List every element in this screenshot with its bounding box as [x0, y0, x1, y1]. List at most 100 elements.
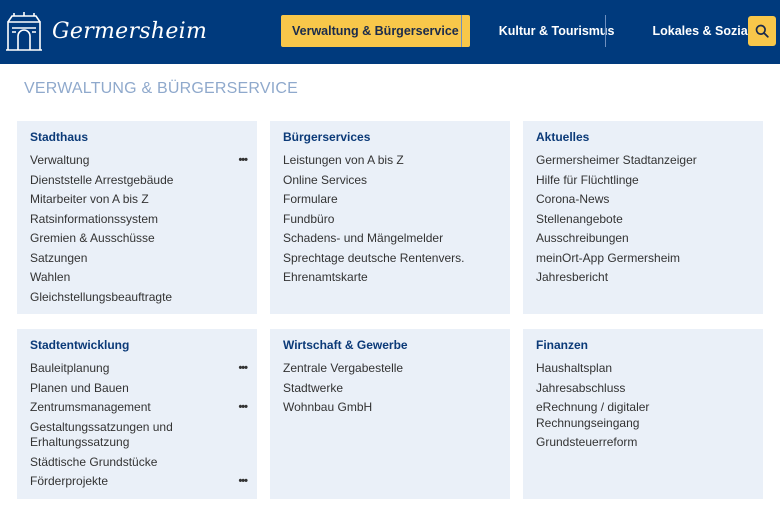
link-label[interactable]: Dienststelle Arrestgebäude: [30, 173, 173, 187]
list-item[interactable]: Schadens- und Mängelmelder: [283, 231, 500, 247]
more-dots-icon[interactable]: •••: [238, 361, 248, 377]
list-item[interactable]: Leistungen von A bis Z: [283, 153, 500, 169]
link-label[interactable]: Fundbüro: [283, 212, 334, 226]
list-item[interactable]: Mitarbeiter von A bis Z: [30, 192, 247, 208]
link-label[interactable]: Gleichstellungsbeauftragte: [30, 290, 172, 304]
link-label[interactable]: Ratsinformationssystem: [30, 212, 158, 226]
card-title: Stadthaus: [30, 130, 89, 144]
list-item[interactable]: Jahresbericht: [536, 270, 753, 286]
card-buergerservices: Bürgerservices Leistungen von A bis Z On…: [270, 121, 510, 314]
list-item[interactable]: Planen und Bauen: [30, 381, 247, 397]
link-label[interactable]: meinOrt-App Germersheim: [536, 251, 680, 265]
more-dots-icon[interactable]: •••: [238, 474, 248, 490]
list-item[interactable]: eRechnung / digitaler Rechnungseingang: [536, 400, 753, 431]
list-item[interactable]: Stellenangebote: [536, 212, 753, 228]
list-item[interactable]: Wahlen: [30, 270, 247, 286]
card-link-list: Germersheimer Stadtanzeiger Hilfe für Fl…: [536, 153, 753, 290]
nav-divider: [605, 15, 606, 47]
list-item[interactable]: Städtische Grundstücke: [30, 455, 247, 471]
card-title: Finanzen: [536, 338, 589, 352]
link-label[interactable]: Sprechtage deutsche Rentenvers.: [283, 251, 464, 265]
nav-verwaltung-buergerservice[interactable]: Verwaltung & Bürgerservice: [281, 15, 470, 47]
list-item[interactable]: Hilfe für Flüchtlinge: [536, 173, 753, 189]
card-link-list: Verwaltung ••• Dienststelle Arrestgebäude…: [30, 153, 248, 309]
list-item[interactable]: Grundsteuerreform: [536, 435, 753, 451]
link-label[interactable]: eRechnung / digitaler Rechnungseingang: [536, 400, 649, 430]
more-dots-icon[interactable]: •••: [238, 400, 248, 416]
list-item[interactable]: Zentrumsmanagement •••: [30, 400, 248, 416]
link-label[interactable]: Haushaltsplan: [536, 361, 612, 375]
link-label[interactable]: Zentrumsmanagement: [30, 400, 151, 414]
link-label[interactable]: Gremien & Ausschüsse: [30, 231, 155, 245]
link-label[interactable]: Zentrale Vergabestelle: [283, 361, 403, 375]
link-label[interactable]: Ausschreibungen: [536, 231, 629, 245]
page-title: VERWALTUNG & BÜRGERSERVICE: [24, 80, 298, 97]
list-item[interactable]: Online Services: [283, 173, 500, 189]
link-label[interactable]: Leistungen von A bis Z: [283, 153, 404, 167]
card-aktuelles: Aktuelles Germersheimer Stadtanzeiger Hi…: [523, 121, 763, 314]
link-label[interactable]: Mitarbeiter von A bis Z: [30, 192, 149, 206]
list-item[interactable]: Fundbüro: [283, 212, 500, 228]
site-logo[interactable]: Germersheim: [4, 10, 207, 52]
link-label[interactable]: Satzungen: [30, 251, 87, 265]
link-label[interactable]: Schadens- und Mängelmelder: [283, 231, 443, 245]
link-label[interactable]: Planen und Bauen: [30, 381, 129, 395]
list-item[interactable]: Satzungen: [30, 251, 247, 267]
list-item[interactable]: Stadtwerke: [283, 381, 500, 397]
list-item[interactable]: Bauleitplanung •••: [30, 361, 248, 377]
link-label[interactable]: Jahresabschluss: [536, 381, 625, 395]
link-label[interactable]: Ehrenamtskarte: [283, 270, 368, 284]
link-label[interactable]: Wahlen: [30, 270, 70, 284]
list-item[interactable]: Germersheimer Stadtanzeiger: [536, 153, 753, 169]
link-label[interactable]: Stadtwerke: [283, 381, 343, 395]
search-icon: [755, 24, 769, 38]
main-navigation: Verwaltung & Bürgerservice Kultur & Tour…: [281, 15, 780, 47]
list-item[interactable]: Ratsinformationssystem: [30, 212, 247, 228]
link-label[interactable]: Stellenangebote: [536, 212, 623, 226]
link-label[interactable]: Corona-News: [536, 192, 609, 206]
link-label[interactable]: Förderprojekte: [30, 474, 108, 488]
list-item[interactable]: Corona-News: [536, 192, 753, 208]
link-label[interactable]: Online Services: [283, 173, 367, 187]
list-item[interactable]: Gleichstellungsbeauftragte: [30, 290, 247, 306]
list-item[interactable]: Förderprojekte •••: [30, 474, 248, 490]
list-item[interactable]: meinOrt-App Germersheim: [536, 251, 753, 267]
card-stadthaus: Stadthaus Verwaltung ••• Dienststelle Arr…: [17, 121, 257, 314]
list-item[interactable]: Ehrenamtskarte: [283, 270, 500, 286]
link-label[interactable]: Formulare: [283, 192, 338, 206]
card-title: Stadtentwicklung: [30, 338, 130, 352]
link-label[interactable]: Verwaltung: [30, 153, 89, 167]
logo-text: Germersheim: [52, 18, 208, 44]
list-item[interactable]: Gremien & Ausschüsse: [30, 231, 247, 247]
nav-kultur-tourismus[interactable]: Kultur & Tourismus: [480, 15, 634, 47]
list-item[interactable]: Gestaltungssatzungen und Erhaltungssatzu…: [30, 420, 247, 451]
card-wirtschaft-gewerbe: Wirtschaft & Gewerbe Zentrale Vergabeste…: [270, 329, 510, 499]
link-label[interactable]: Hilfe für Flüchtlinge: [536, 173, 639, 187]
list-item[interactable]: Jahresabschluss: [536, 381, 753, 397]
card-link-list: Zentrale Vergabestelle Stadtwerke Wohnba…: [283, 361, 500, 420]
list-item[interactable]: Verwaltung •••: [30, 153, 248, 169]
more-dots-icon[interactable]: •••: [238, 153, 248, 169]
card-title: Bürgerservices: [283, 130, 371, 144]
link-label[interactable]: Germersheimer Stadtanzeiger: [536, 153, 697, 167]
card-finanzen: Finanzen Haushaltsplan Jahresabschluss e…: [523, 329, 763, 499]
link-label[interactable]: Städtische Grundstücke: [30, 455, 157, 469]
list-item[interactable]: Wohnbau GmbH: [283, 400, 500, 416]
search-button[interactable]: [748, 16, 776, 46]
card-title: Aktuelles: [536, 130, 590, 144]
list-item[interactable]: Haushaltsplan: [536, 361, 753, 377]
card-link-list: Haushaltsplan Jahresabschluss eRechnung …: [536, 361, 753, 455]
list-item[interactable]: Zentrale Vergabestelle: [283, 361, 500, 377]
link-label[interactable]: Grundsteuerreform: [536, 435, 637, 449]
site-header: Germersheim Verwaltung & Bürgerservice K…: [0, 0, 780, 64]
card-link-list: Leistungen von A bis Z Online Services F…: [283, 153, 500, 290]
link-label[interactable]: Bauleitplanung: [30, 361, 109, 375]
card-link-list: Bauleitplanung ••• Planen und Bauen Zentr…: [30, 361, 248, 494]
link-label[interactable]: Wohnbau GmbH: [283, 400, 372, 414]
list-item[interactable]: Formulare: [283, 192, 500, 208]
list-item[interactable]: Sprechtage deutsche Rentenvers.: [283, 251, 500, 267]
link-label[interactable]: Jahresbericht: [536, 270, 608, 284]
link-label[interactable]: Gestaltungssatzungen und Erhaltungssatzu…: [30, 420, 173, 450]
list-item[interactable]: Ausschreibungen: [536, 231, 753, 247]
list-item[interactable]: Dienststelle Arrestgebäude: [30, 173, 247, 189]
